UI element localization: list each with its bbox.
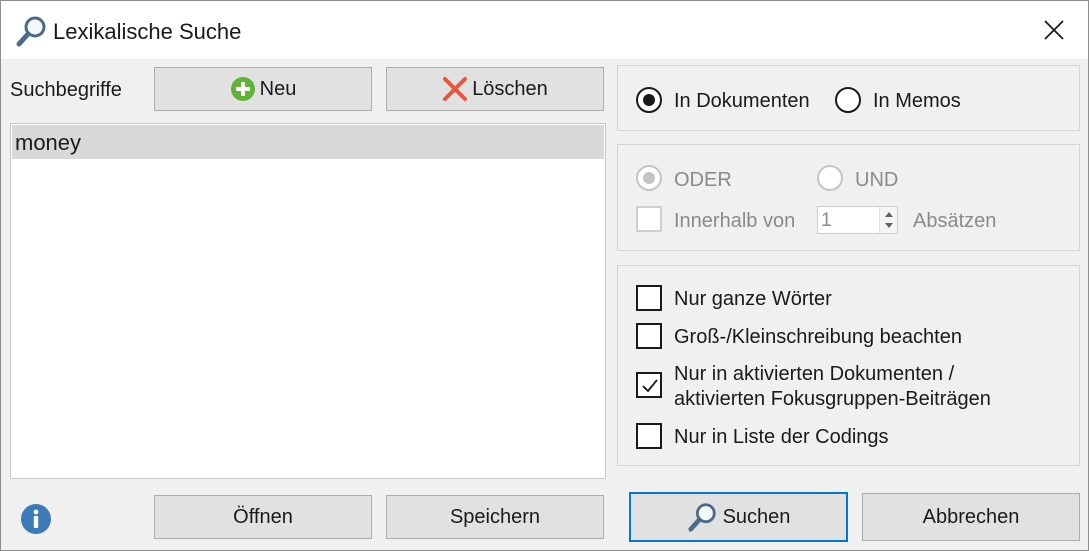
save-button[interactable]: Speichern	[386, 495, 604, 539]
logic-group	[617, 144, 1080, 251]
case-sensitive-label[interactable]: Groß-/Kleinschreibung beachten	[674, 326, 962, 349]
within-label: Innerhalb von	[674, 210, 796, 232]
or-radio[interactable]	[636, 165, 662, 191]
close-icon	[1044, 20, 1064, 40]
and-radio[interactable]	[817, 165, 843, 191]
new-term-label: Neu	[259, 77, 297, 100]
delete-term-button[interactable]: Löschen	[386, 67, 604, 111]
codings-list-label[interactable]: Nur in Liste der Codings	[674, 426, 889, 449]
title-bar: Lexikalische Suche	[1, 1, 1088, 59]
in-documents-label[interactable]: In Dokumenten	[674, 90, 810, 113]
search-terms-list[interactable]: money	[10, 123, 606, 479]
save-label: Speichern	[449, 505, 541, 528]
activated-documents-checkbox[interactable]	[636, 372, 662, 398]
open-label: Öffnen	[233, 505, 293, 528]
and-label: UND	[855, 169, 899, 191]
search-label: Suchen	[722, 505, 791, 528]
open-button[interactable]: Öffnen	[154, 495, 372, 539]
search-button[interactable]: Suchen	[629, 492, 848, 542]
close-button[interactable]	[1029, 7, 1079, 53]
activated-documents-label-line1[interactable]: Nur in aktivierten Dokumenten /	[674, 363, 954, 386]
stepper-arrows[interactable]	[879, 207, 897, 233]
magnifier-icon	[16, 16, 46, 47]
paragraph-count-stepper[interactable]: 1	[817, 206, 898, 234]
paragraphs-label: Absätzen	[913, 210, 997, 232]
checkmark-icon	[642, 379, 658, 393]
new-term-button[interactable]: Neu	[154, 67, 372, 111]
whole-words-label[interactable]: Nur ganze Wörter	[674, 288, 832, 311]
dialog-window: Lexikalische Suche Suchbegriffe Neu Lösc…	[0, 0, 1089, 551]
whole-words-checkbox[interactable]	[636, 285, 662, 311]
list-item[interactable]: money	[12, 125, 604, 159]
in-memos-radio[interactable]	[835, 87, 861, 113]
magnifier-icon	[687, 503, 716, 532]
within-checkbox[interactable]	[636, 206, 662, 232]
activated-documents-label-line2[interactable]: aktivierten Fokusgruppen-Beiträgen	[674, 388, 991, 411]
search-terms-label: Suchbegriffe	[10, 79, 122, 101]
codings-list-checkbox[interactable]	[636, 423, 662, 449]
delete-icon	[443, 77, 468, 101]
paragraph-count-value: 1	[821, 210, 832, 231]
in-memos-label[interactable]: In Memos	[873, 90, 961, 113]
up-down-arrows-icon	[885, 212, 893, 228]
add-icon	[230, 77, 255, 101]
window-title: Lexikalische Suche	[53, 19, 242, 44]
cancel-label: Abbrechen	[922, 505, 1020, 528]
case-sensitive-checkbox[interactable]	[636, 323, 662, 349]
in-documents-radio[interactable]	[636, 87, 662, 113]
info-icon[interactable]	[20, 503, 52, 535]
cancel-button[interactable]: Abbrechen	[862, 493, 1080, 541]
delete-term-label: Löschen	[472, 77, 548, 100]
or-label: ODER	[674, 169, 732, 191]
